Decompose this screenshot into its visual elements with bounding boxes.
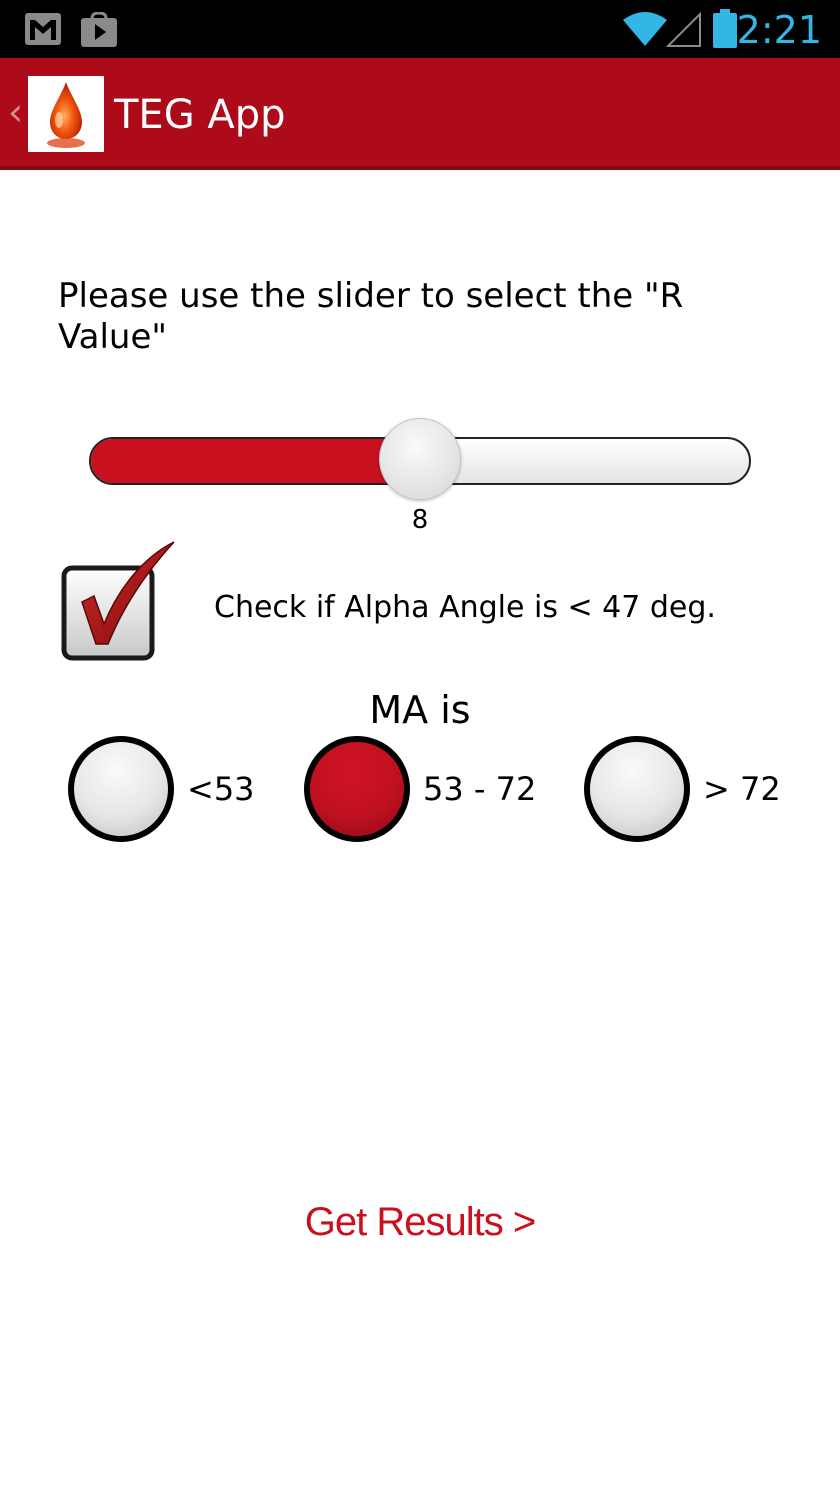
app-title: TEG App xyxy=(114,92,286,138)
slider-value: 8 xyxy=(411,505,429,535)
radio-button-on[interactable] xyxy=(304,736,410,842)
alpha-angle-label: Check if Alpha Angle is < 47 deg. xyxy=(214,590,716,625)
signal-icon xyxy=(665,10,702,52)
blood-drop-icon xyxy=(47,82,85,148)
wifi-icon xyxy=(622,10,668,52)
checkmark-icon xyxy=(61,541,175,661)
radio-label: 53 - 72 xyxy=(423,770,537,808)
play-store-icon xyxy=(80,11,118,52)
app-logo[interactable] xyxy=(28,76,104,152)
r-value-slider[interactable] xyxy=(89,418,751,500)
status-bar: 2:21 xyxy=(0,0,840,58)
radio-button-off[interactable] xyxy=(584,736,690,842)
battery-icon xyxy=(712,9,738,53)
radio-label: > 72 xyxy=(703,770,781,808)
slider-prompt: Please use the slider to select the "R V… xyxy=(58,276,684,357)
ma-option-lt53[interactable]: <53 xyxy=(68,736,255,842)
slider-fill xyxy=(91,439,420,483)
up-navigation-icon[interactable]: ‹ xyxy=(8,90,23,134)
get-results-link[interactable]: Get Results > xyxy=(0,1196,840,1248)
ma-option-gt72[interactable]: > 72 xyxy=(584,736,781,842)
radio-button-off[interactable] xyxy=(68,736,174,842)
status-clock: 2:21 xyxy=(736,8,822,52)
radio-label: <53 xyxy=(187,770,255,808)
action-bar: ‹ TEG App xyxy=(0,58,840,170)
ma-option-53-72[interactable]: 53 - 72 xyxy=(304,736,536,842)
alpha-angle-checkbox[interactable] xyxy=(60,540,180,664)
slider-thumb[interactable] xyxy=(379,418,461,500)
ma-heading: MA is xyxy=(369,688,471,732)
gmail-icon xyxy=(24,12,62,50)
